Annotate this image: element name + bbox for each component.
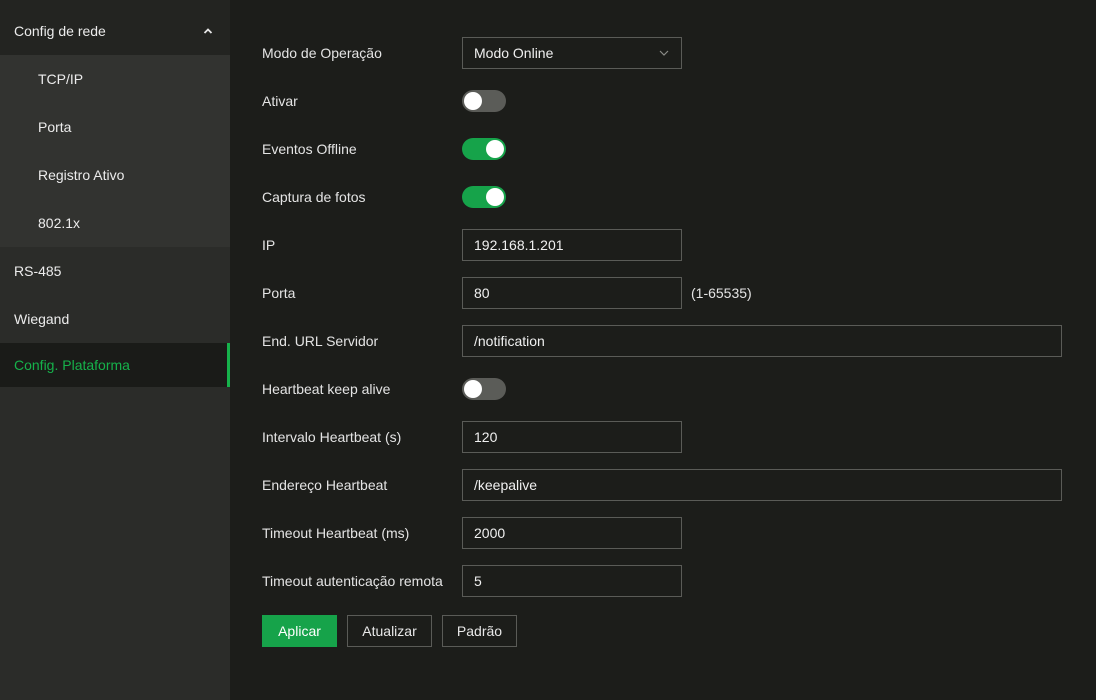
ip-input[interactable]: [462, 229, 682, 261]
heartbeat-keep-alive-toggle[interactable]: [462, 378, 506, 400]
row-timeout-heartbeat: Timeout Heartbeat (ms): [262, 517, 682, 549]
sidebar-item-config-plataforma[interactable]: Config. Plataforma: [0, 343, 230, 387]
sidebar-item-tcp-ip[interactable]: TCP/IP: [0, 55, 230, 103]
modo-operacao-select[interactable]: Modo Online: [462, 37, 682, 69]
sidebar-item-label: TCP/IP: [38, 71, 84, 87]
row-porta: Porta (1-65535): [262, 277, 752, 309]
sidebar-item-porta[interactable]: Porta: [0, 103, 230, 151]
endereco-heartbeat-input[interactable]: [462, 469, 1062, 501]
row-eventos-offline: Eventos Offline: [262, 133, 506, 165]
sidebar-item-label: 802.1x: [38, 215, 81, 231]
sidebar-top-strip: [0, 0, 230, 7]
field-label: Porta: [262, 285, 296, 301]
field-label: Captura de fotos: [262, 189, 366, 205]
toggle-knob: [486, 188, 504, 206]
chevron-down-icon: [658, 47, 670, 59]
default-button[interactable]: Padrão: [442, 615, 517, 647]
row-timeout-autenticacao: Timeout autenticação remota: [262, 565, 682, 597]
field-label: Intervalo Heartbeat (s): [262, 429, 402, 445]
apply-button[interactable]: Aplicar: [262, 615, 337, 647]
sidebar-item-label: Config. Plataforma: [14, 357, 130, 373]
row-url-servidor: End. URL Servidor: [262, 325, 1062, 357]
refresh-button[interactable]: Atualizar: [347, 615, 432, 647]
porta-input[interactable]: [462, 277, 682, 309]
intervalo-heartbeat-input[interactable]: [462, 421, 682, 453]
sidebar-item-label: Porta: [38, 119, 72, 135]
row-ativar: Ativar: [262, 85, 506, 117]
field-label: Timeout autenticação remota: [262, 573, 443, 589]
field-label: IP: [262, 237, 276, 253]
sidebar-item-label: RS-485: [14, 263, 62, 279]
row-endereco-heartbeat: Endereço Heartbeat: [262, 469, 1062, 501]
toggle-knob: [486, 140, 504, 158]
main-content: Modo de Operação Modo Online Ativar Even…: [230, 0, 1096, 700]
toggle-knob: [464, 380, 482, 398]
chevron-up-icon: [202, 25, 214, 37]
field-label: Timeout Heartbeat (ms): [262, 525, 410, 541]
timeout-heartbeat-input[interactable]: [462, 517, 682, 549]
sidebar-item-label: Registro Ativo: [38, 167, 125, 183]
url-servidor-input[interactable]: [462, 325, 1062, 357]
field-label: Ativar: [262, 93, 298, 109]
eventos-offline-toggle[interactable]: [462, 138, 506, 160]
row-heartbeat-keep-alive: Heartbeat keep alive: [262, 373, 506, 405]
sidebar-item-registro-ativo[interactable]: Registro Ativo: [0, 151, 230, 199]
toggle-knob: [464, 92, 482, 110]
field-label: Modo de Operação: [262, 45, 382, 61]
field-label: Heartbeat keep alive: [262, 381, 391, 397]
ativar-toggle[interactable]: [462, 90, 506, 112]
field-label: End. URL Servidor: [262, 333, 379, 349]
sidebar-group-config-de-rede[interactable]: Config de rede: [0, 7, 230, 55]
row-intervalo-heartbeat: Intervalo Heartbeat (s): [262, 421, 682, 453]
row-captura-fotos: Captura de fotos: [262, 181, 506, 213]
sidebar-item-wiegand[interactable]: Wiegand: [0, 295, 230, 343]
select-value: Modo Online: [474, 45, 554, 61]
porta-range-hint: (1-65535): [691, 285, 752, 301]
row-ip: IP: [262, 229, 682, 261]
field-label: Eventos Offline: [262, 141, 357, 157]
sidebar-item-802-1x[interactable]: 802.1x: [0, 199, 230, 247]
field-label: Endereço Heartbeat: [262, 477, 388, 493]
sidebar-item-rs-485[interactable]: RS-485: [0, 247, 230, 295]
captura-fotos-toggle[interactable]: [462, 186, 506, 208]
sidebar: Config de rede TCP/IP Porta Registro Ati…: [0, 0, 230, 700]
sidebar-group-label: Config de rede: [14, 23, 106, 39]
row-modo-operacao: Modo de Operação Modo Online: [262, 37, 682, 69]
timeout-autenticacao-input[interactable]: [462, 565, 682, 597]
sidebar-item-label: Wiegand: [14, 311, 70, 327]
